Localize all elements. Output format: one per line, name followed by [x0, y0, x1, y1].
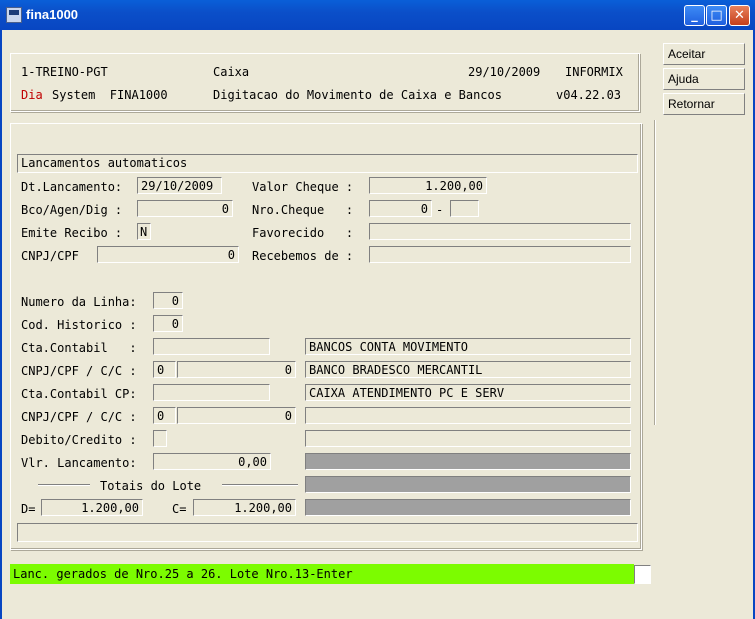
cod-historico-field[interactable]: 0	[153, 315, 183, 332]
favorecido-label: Favorecido :	[252, 226, 354, 240]
cta-contabil-description: BANCOS CONTA MOVIMENTO	[305, 338, 631, 355]
window-title: fina1000	[26, 7, 79, 22]
credit-total-field: 1.200,00	[193, 499, 296, 516]
return-button[interactable]: Retornar	[663, 93, 745, 115]
database-name: INFORMIX	[565, 65, 623, 79]
screen-description: Digitacao do Movimento de Caixa e Bancos	[213, 88, 502, 102]
cta-contabil-cp-description: CAIXA ATENDIMENTO PC E SERV	[305, 384, 631, 401]
vlr-lancamento-label: Vlr. Lancamento:	[21, 456, 137, 470]
debit-total-field: 1.200,00	[41, 499, 143, 516]
totals-divider-left	[38, 484, 90, 485]
cta-contabil-cp-label: Cta.Contabil CP:	[21, 387, 137, 401]
day-label: Dia	[21, 88, 43, 102]
debito-credito-description	[305, 430, 631, 447]
section-title: Lancamentos automaticos	[17, 154, 638, 173]
credit-total-label: C=	[172, 502, 187, 516]
bank-description: BANCO BRADESCO MERCANTIL	[305, 361, 631, 378]
emite-recibo-field[interactable]: N	[137, 223, 151, 240]
minimize-button[interactable]: _	[684, 5, 705, 26]
status-input[interactable]	[634, 565, 651, 584]
side-divider	[655, 120, 656, 425]
cnpj-cc2-type-field[interactable]: 0	[153, 407, 176, 424]
cnpj-label: CNPJ/CPF	[21, 249, 79, 263]
help-button[interactable]: Ajuda	[663, 68, 745, 90]
debito-credito-label: Debito/Credito :	[21, 433, 137, 447]
version: v04.22.03	[556, 88, 622, 102]
cnpj-cc-type-field[interactable]: 0	[153, 361, 176, 378]
numero-linha-label: Numero da Linha:	[21, 295, 137, 309]
valor-cheque-label: Valor Cheque :	[252, 180, 354, 194]
dt-lancamento-label: Dt.Lancamento:	[21, 180, 123, 194]
module-name: Caixa	[213, 65, 250, 79]
cta-contabil-cp-field[interactable]	[153, 384, 270, 401]
emite-recibo-label: Emite Recibo :	[21, 226, 123, 240]
maximize-button[interactable]: □	[706, 5, 727, 26]
nro-cheque-label: Nro.Cheque :	[252, 203, 354, 217]
nro-cheque-digit-field[interactable]	[450, 200, 479, 217]
cnpj-cc2-label: CNPJ/CPF / C/C :	[21, 410, 137, 424]
nro-cheque-field[interactable]: 0	[369, 200, 432, 217]
cta-contabil-label: Cta.Contabil :	[21, 341, 137, 355]
system-name: System FINA1000	[52, 88, 168, 102]
recebemos-label: Recebemos de :	[252, 249, 354, 263]
status-message: Lanc. gerados de Nro.25 a 26. Lote Nro.1…	[10, 564, 634, 584]
bco-field[interactable]: 0	[137, 200, 233, 217]
cnpj-cc2-description	[305, 407, 631, 424]
debit-total-label: D=	[21, 502, 36, 516]
favorecido-field[interactable]	[369, 223, 631, 240]
cnpj-cc-number-field[interactable]: 0	[177, 361, 296, 378]
bco-label: Bco/Agen/Dig :	[21, 203, 123, 217]
cnpj-cc2-number-field[interactable]: 0	[177, 407, 296, 424]
message-line	[17, 523, 638, 542]
cnpj-field[interactable]: 0	[97, 246, 239, 263]
valor-cheque-field[interactable]: 1.200,00	[369, 177, 487, 194]
header-panel	[10, 53, 640, 112]
recebemos-field[interactable]	[369, 246, 631, 263]
totals-divider-right	[222, 484, 298, 485]
close-button[interactable]: ✕	[729, 5, 750, 26]
app-icon	[6, 7, 22, 23]
header-date: 29/10/2009	[468, 65, 541, 79]
cod-historico-label: Cod. Historico :	[21, 318, 137, 332]
totals-label: Totais do Lote	[100, 479, 202, 493]
accept-button[interactable]: Aceitar	[663, 43, 745, 65]
debito-credito-field[interactable]	[153, 430, 167, 447]
disabled-field-2	[305, 476, 631, 493]
cnpj-cc-label: CNPJ/CPF / C/C :	[21, 364, 137, 378]
vlr-lancamento-field[interactable]: 0,00	[153, 453, 271, 470]
disabled-field-3	[305, 499, 631, 516]
title-bar: fina1000 _ □ ✕	[0, 0, 755, 30]
nro-cheque-separator: -	[436, 203, 444, 217]
numero-linha-field[interactable]: 0	[153, 292, 183, 309]
disabled-field-1	[305, 453, 631, 470]
company-name: 1-TREINO-PGT	[21, 65, 108, 79]
cta-contabil-field[interactable]	[153, 338, 270, 355]
dt-lancamento-field[interactable]: 29/10/2009	[137, 177, 222, 194]
